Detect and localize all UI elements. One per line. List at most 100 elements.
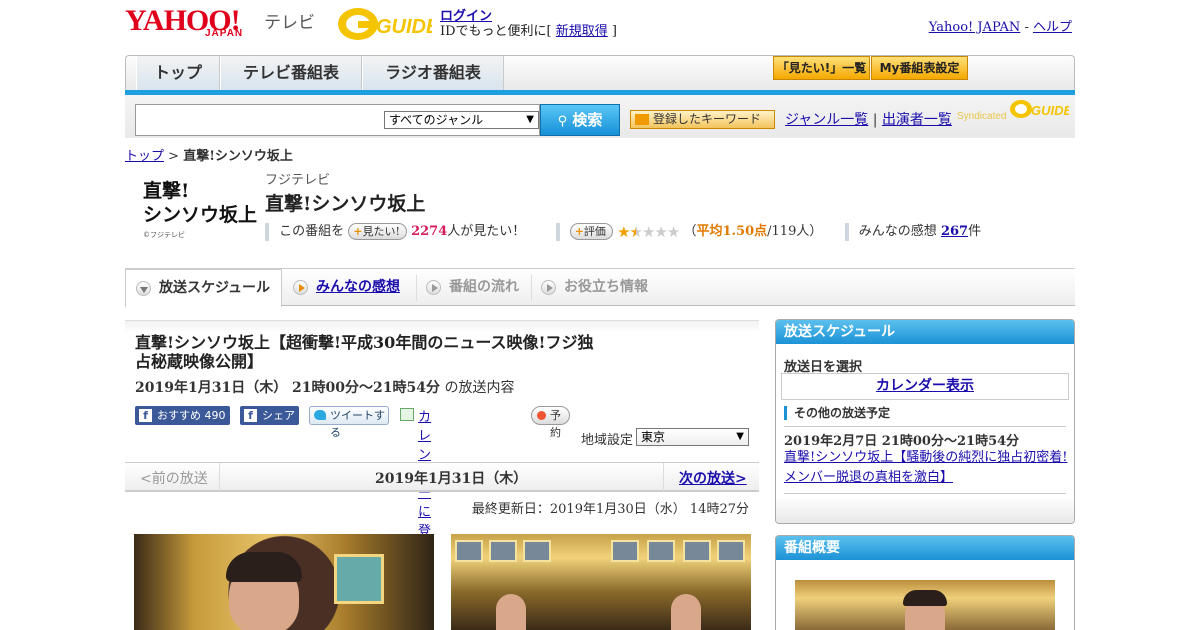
registered-keyword-button[interactable]: 登録したキーワード	[630, 110, 775, 129]
reserve-button[interactable]: 予約	[531, 406, 570, 439]
star-empty-icon: ★	[641, 222, 655, 241]
next-episode-link[interactable]: 次の放送>	[679, 468, 747, 488]
plus-icon: +	[353, 225, 363, 238]
studio-monitor	[683, 540, 711, 562]
mitai-suffix: 人が見たい！	[447, 224, 526, 239]
rating-count: /119人）	[767, 224, 823, 239]
last-updated: 最終更新日：2019年1月30日（水） 14時27分	[471, 502, 749, 517]
tweet-button[interactable]: ツイートする	[309, 406, 389, 439]
program-title: 直撃!シンソウ坂上	[265, 193, 426, 215]
region-select[interactable]: 東京 ▼	[636, 428, 749, 446]
reserve-label: 予約	[550, 409, 561, 439]
other-broadcasts-heading: その他の放送予定	[784, 406, 890, 420]
other-broadcast-time: 2019年2月7日 21時00分～21時54分	[784, 434, 1020, 449]
episode-photo-1	[134, 534, 434, 630]
divider	[265, 222, 269, 241]
program-stats: この番組を +見たい! 2274人が見たい！ +評価 ★★★★★ （平均1.50…	[265, 220, 981, 241]
login-sub-prefix: IDでもっと便利に[	[440, 24, 556, 39]
star-full-icon: ★	[617, 222, 630, 241]
star-empty-icon: ★	[654, 222, 667, 241]
search-button[interactable]: ⚲ 検索	[540, 104, 620, 136]
tab-program-flow[interactable]: 番組の流れ	[426, 269, 536, 306]
gguide-logo[interactable]: GUIDE	[336, 6, 432, 42]
studio-monitor	[647, 540, 675, 562]
syndicated-label: Syndicated	[957, 111, 1007, 122]
breadcrumb: トップ > 直撃!シンソウ坂上	[125, 145, 293, 164]
star-empty-icon: ★	[666, 222, 680, 241]
search-icon: ⚲	[557, 114, 568, 129]
login-sub: IDでもっと便利に[ 新規取得 ]	[440, 20, 617, 39]
rating-open: （	[683, 224, 697, 239]
program-logo: 直撃! シンソウ坂上 ©フジテレビ	[135, 180, 260, 250]
studio-screen	[334, 554, 384, 604]
signup-link[interactable]: 新規取得	[556, 24, 608, 39]
genre-select[interactable]: すべてのジャンル ▼	[384, 111, 539, 129]
current-episode-date: 2019年1月31日（木）	[375, 471, 528, 487]
facebook-share-button[interactable]: f シェア	[240, 406, 299, 425]
other-broadcast-link[interactable]: 直撃!シンソウ坂上【騒動後の純烈に独占初密着!メンバー脱退の真相を激白】	[784, 448, 1069, 488]
rating-button[interactable]: +評価	[569, 223, 613, 240]
mitai-count: 2274	[411, 224, 448, 239]
impressions-count-link[interactable]: 267	[941, 224, 968, 239]
yahoo-japan-link[interactable]: Yahoo! JAPAN	[929, 20, 1021, 35]
episode-time-value: 2019年1月31日（木） 21時00分～21時54分	[135, 380, 440, 396]
chevron-down-icon	[136, 280, 151, 296]
schedule-panel: 放送スケジュール 放送日を選択 カレンダー表示 その他の放送予定 2019年2月…	[775, 319, 1075, 524]
fb-count: 490	[204, 409, 226, 422]
search-links: ジャンル一覧 | 出演者一覧	[785, 112, 952, 128]
chevron-down-icon: ▼	[526, 114, 534, 125]
calendar-view-button[interactable]: カレンダー表示	[781, 373, 1069, 400]
fb-recommend-label: おすすめ	[157, 409, 201, 422]
episode-time: 2019年1月31日（木） 21時00分～21時54分 の放送内容	[135, 377, 514, 397]
twitter-bird-icon	[314, 410, 326, 420]
header-links: Yahoo! JAPAN - ヘルプ	[928, 20, 1072, 35]
cast-list-link[interactable]: 出演者一覧	[882, 112, 952, 128]
overview-panel: 番組概要	[775, 535, 1075, 630]
chevron-down-icon: ▼	[736, 431, 744, 442]
region-label: 地域設定	[581, 433, 634, 448]
rating-average: 平均1.50点	[696, 224, 768, 239]
registered-keyword-label: 登録したキーワード	[653, 112, 762, 126]
mitai-button[interactable]: +見たい!	[348, 223, 407, 240]
studio-monitor	[717, 540, 745, 562]
mitai-list-button[interactable]: 「見たい!」一覧	[773, 56, 870, 80]
play-icon	[541, 279, 556, 295]
facebook-recommend-button[interactable]: f おすすめ 490	[135, 406, 230, 425]
mitai-button-label: 見たい!	[362, 225, 400, 238]
nav-tab-top[interactable]: トップ	[136, 56, 220, 90]
play-icon	[293, 279, 308, 295]
prev-episode[interactable]: <前の放送	[140, 468, 208, 488]
syndicated-gguide-logo: Syndicated GUIDE	[957, 100, 1073, 122]
dropdown-icon	[635, 114, 649, 125]
svg-text:GUIDE: GUIDE	[376, 16, 432, 38]
overview-photo	[795, 580, 1055, 630]
login-sub-suffix: ]	[607, 24, 617, 39]
tab-impressions-label: みんなの感想	[316, 279, 400, 295]
help-link[interactable]: ヘルプ	[1033, 20, 1072, 35]
genre-list-link[interactable]: ジャンル一覧	[785, 112, 868, 128]
breadcrumb-top[interactable]: トップ	[125, 149, 164, 164]
tab-useful-info[interactable]: お役立ち情報	[541, 269, 661, 306]
host-hair	[226, 552, 302, 582]
my-schedule-button[interactable]: My番組表設定	[871, 56, 968, 80]
nav-tab-tv-schedule[interactable]: テレビ番組表	[220, 56, 362, 90]
tab-schedule[interactable]: 放送スケジュール	[125, 269, 282, 307]
studio-monitor	[489, 540, 517, 562]
facebook-icon: f	[244, 409, 257, 422]
search-button-label: 検索	[572, 111, 603, 129]
fb-share-label: シェア	[262, 409, 295, 422]
svg-text:GUIDE: GUIDE	[1031, 103, 1069, 118]
region-select-value: 東京	[641, 430, 666, 444]
rating-button-label: 評価	[583, 225, 606, 238]
tab-useful-info-label: お役立ち情報	[564, 279, 648, 295]
mitai-prefix: この番組を	[279, 224, 345, 239]
tab-impressions[interactable]: みんなの感想	[293, 269, 423, 306]
nav-tab-radio-schedule[interactable]: ラジオ番組表	[362, 56, 504, 90]
breadcrumb-current: 直撃!シンソウ坂上	[183, 149, 293, 164]
program-logo-line1: 直撃!	[143, 180, 190, 202]
tab-schedule-label: 放送スケジュール	[159, 280, 271, 296]
episode-photo-2	[451, 534, 751, 630]
divider	[555, 222, 560, 241]
host-hair	[903, 590, 947, 606]
yahoo-japan-logo-sub: JAPAN	[205, 28, 244, 39]
